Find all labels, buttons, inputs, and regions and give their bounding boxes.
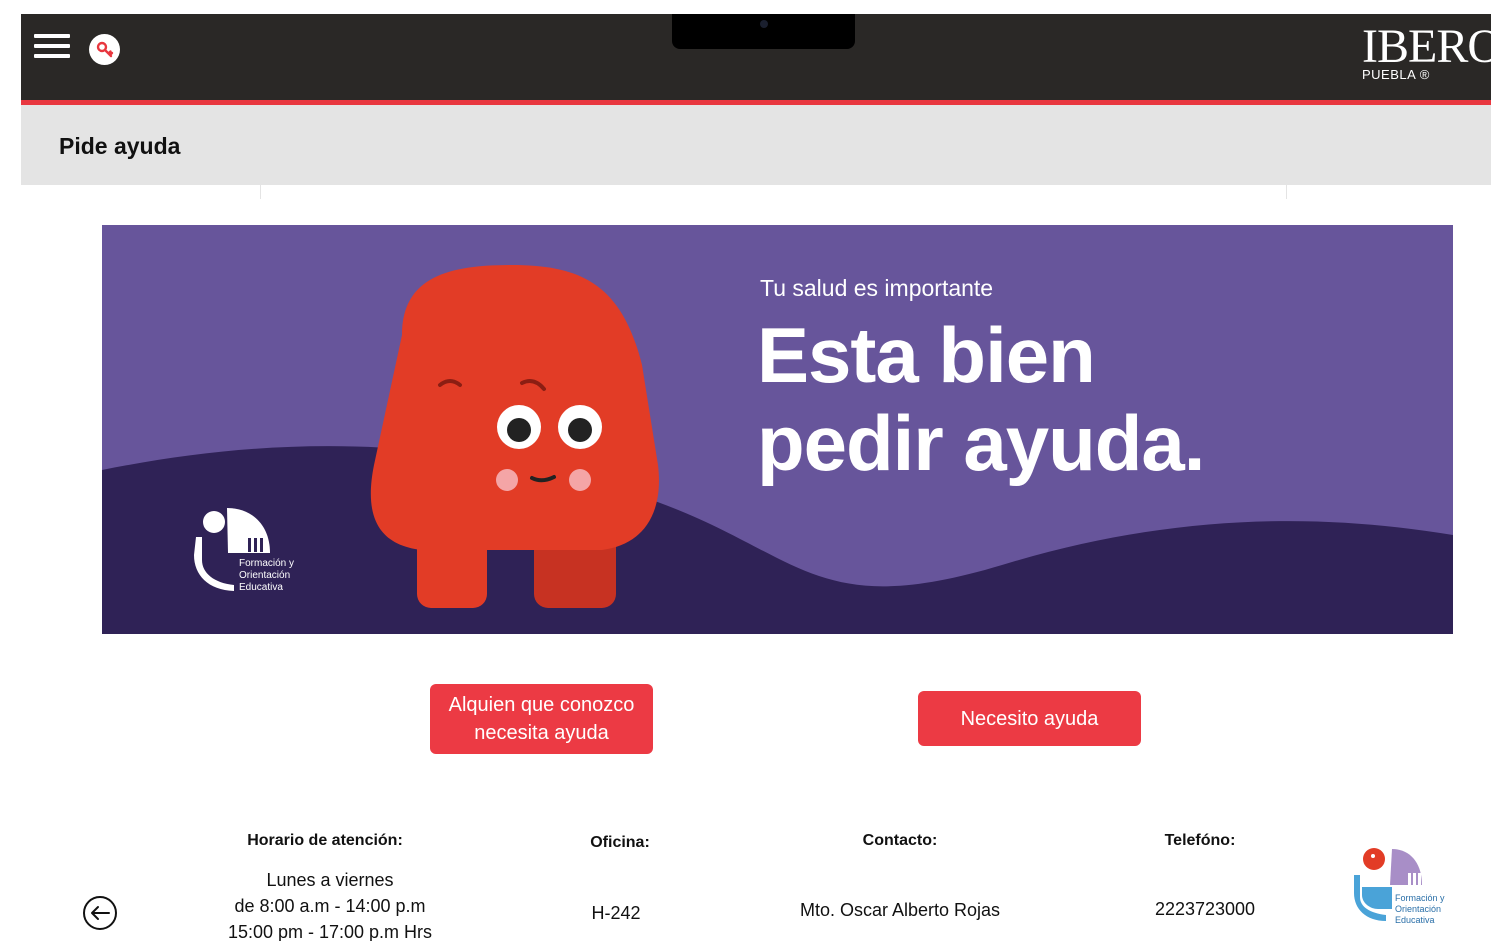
app-screen: IBERO PUEBLA ® Pide ayuda Tu salud es im…	[0, 0, 1491, 941]
title-bar: Pide ayuda	[21, 105, 1491, 185]
office-label: Oficina:	[590, 834, 650, 851]
hours-label: Horario de atención:	[247, 832, 403, 849]
camera-icon	[760, 20, 768, 28]
banner-headline: Esta bien pedir ayuda.	[757, 311, 1205, 487]
banner-subtitle: Tu salud es importante	[760, 275, 994, 301]
hours-line: Lunes a viernes	[266, 870, 394, 890]
brand-name: IBERO	[1362, 20, 1491, 73]
phone-label: Telefóno:	[1164, 832, 1236, 849]
footer-logo-text: Formación y Orientación Educativa	[1395, 893, 1445, 926]
logo-text-line: Educativa	[1395, 915, 1435, 925]
banner-headline-line: pedir ayuda.	[757, 399, 1205, 487]
logo-text-line: Formación y	[239, 558, 295, 569]
office-value: H-242	[591, 903, 641, 923]
i-need-help-button[interactable]: Necesito ayuda	[918, 691, 1141, 746]
banner-headline-line: Esta bien	[757, 311, 1096, 399]
banner-logo-text: Formación y Orientación Educativa	[239, 558, 294, 594]
hours-line: de 8:00 a.m - 14:00 p.m	[234, 896, 426, 916]
logo-text-line: Educativa	[239, 582, 283, 593]
hours-value: Lunes a viernes de 8:00 a.m - 14:00 p.m …	[200, 867, 460, 941]
contact-label: Contacto:	[862, 832, 938, 849]
hours-line: 15:00 pm - 17:00 p.m Hrs	[227, 922, 433, 941]
key-icon[interactable]	[89, 34, 120, 65]
i-need-help-label: Necesito ayuda	[960, 707, 1099, 730]
divider	[260, 185, 261, 199]
phone-value: 2223723000	[1154, 899, 1256, 919]
someone-needs-help-label: Alquien que conozco necesita ayuda	[448, 694, 635, 744]
someone-needs-help-button[interactable]: Alquien que conozco necesita ayuda	[430, 684, 653, 754]
help-banner: Tu salud es importante Esta bien pedir a…	[102, 225, 1453, 634]
logo-text-line: Formación y	[1395, 893, 1445, 903]
logo-text-line: Orientación	[1395, 904, 1442, 914]
camera-notch	[672, 14, 855, 49]
back-arrow-icon[interactable]	[82, 895, 118, 931]
contact-value: Mto. Oscar Alberto Rojas	[799, 900, 1001, 920]
logo-text-line: Orientación	[239, 570, 291, 581]
hamburger-menu-icon[interactable]	[34, 34, 70, 60]
ibero-logo: IBERO PUEBLA ®	[1362, 20, 1491, 83]
page-title: Pide ayuda	[59, 133, 181, 159]
divider	[1286, 185, 1287, 199]
